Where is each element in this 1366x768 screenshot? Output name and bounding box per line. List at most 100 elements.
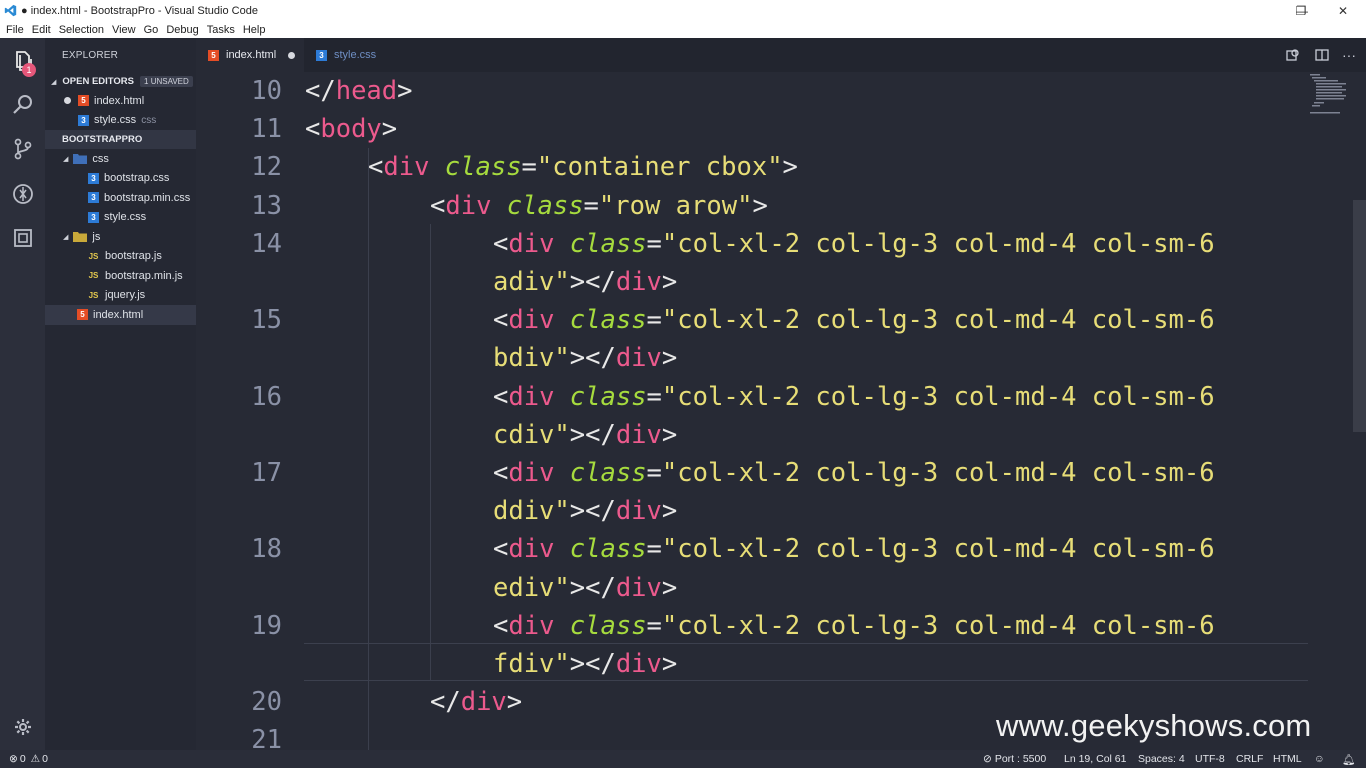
line-text: <div class="col-xl-2 col-lg-3 col-md-4 c… xyxy=(493,611,1215,641)
file-bootstrap-css[interactable]: 3 bootstrap.css xyxy=(45,169,196,189)
menu-tasks[interactable]: Tasks xyxy=(203,24,239,36)
file-bootstrap-js[interactable]: JS bootstrap.js xyxy=(45,247,196,267)
code-token: = xyxy=(646,228,662,259)
vertical-scrollbar[interactable] xyxy=(1353,200,1366,432)
code-token: div xyxy=(508,458,555,488)
open-editors-section[interactable]: ◢ OPEN EDITORS 1 UNSAVED xyxy=(45,72,196,91)
feedback-button[interactable]: ☺ xyxy=(1314,750,1325,768)
explorer-button[interactable]: 1 xyxy=(0,41,45,81)
expand-icon: ◢ xyxy=(63,155,69,163)
line-ending[interactable]: CRLF xyxy=(1236,750,1263,768)
warning-count: 0 xyxy=(42,753,48,765)
code-token: div xyxy=(508,381,555,412)
more-actions-button[interactable]: ··· xyxy=(1342,38,1356,72)
source-control-button[interactable] xyxy=(0,129,45,169)
warning-icon: ⚠ xyxy=(30,753,41,765)
file-index-html[interactable]: 5 index.html xyxy=(45,305,196,325)
code-line: 18 <div class="col-xl-2 col-lg-3 col-md-4… xyxy=(196,530,1366,568)
line-text: </div> xyxy=(430,687,522,717)
block-icon: ⊘ xyxy=(983,753,992,765)
file-jquery-js[interactable]: JS jquery.js xyxy=(45,286,196,306)
code-line: adiv"></div> xyxy=(196,263,1366,301)
code-token: < xyxy=(430,190,446,221)
menu-help[interactable]: Help xyxy=(239,24,270,36)
menu-selection[interactable]: Selection xyxy=(55,24,108,36)
port-label: Port : 5500 xyxy=(994,753,1047,765)
tab-index-html[interactable]: 5 index.html xyxy=(196,38,304,72)
code-token: > xyxy=(661,572,678,603)
code-token: = xyxy=(646,610,662,641)
code-token: "col-xl-2 col-lg-3 col-md-4 col-sm-6 xyxy=(661,534,1215,565)
search-button[interactable] xyxy=(0,85,45,125)
cursor-position[interactable]: Ln 19, Col 61 xyxy=(1064,750,1126,768)
debug-button[interactable] xyxy=(0,174,45,214)
code-token: "col-xl-2 col-lg-3 col-md-4 col-sm-6 xyxy=(661,610,1215,641)
menu-file[interactable]: File xyxy=(2,24,28,36)
open-editor-item-style[interactable]: 3 style.css css xyxy=(45,111,196,131)
tab-label: index.html xyxy=(226,49,277,61)
open-preview-button[interactable] xyxy=(1286,38,1300,72)
code-editor[interactable]: 10 </head> 11 <body> 12 <div class="container… xyxy=(196,72,1366,750)
file-name: jquery.js xyxy=(105,289,146,302)
file-bootstrap-min-css[interactable]: 3 bootstrap.min.css xyxy=(45,188,196,208)
folder-hint: css xyxy=(141,114,157,126)
code-token: cdiv" xyxy=(493,419,570,450)
error-count: 0 xyxy=(19,753,26,765)
file-bootstrap-min-js[interactable]: JS bootstrap.min.js xyxy=(45,266,196,286)
line-number: 13 xyxy=(251,190,282,221)
open-editor-item-index[interactable]: 5 index.html xyxy=(45,91,196,111)
code-line: 16 <div class="col-xl-2 col-lg-3 col-md-4… xyxy=(196,378,1366,416)
indentation[interactable]: Spaces: 4 xyxy=(1138,750,1185,768)
menu-debug[interactable]: Debug xyxy=(162,24,202,36)
settings-button[interactable] xyxy=(0,707,45,747)
line-text: bdiv"></div> xyxy=(493,343,677,373)
line-number: 20 xyxy=(251,687,282,718)
restore-button[interactable]: ❐ xyxy=(1279,0,1323,21)
css-file-icon: 3 xyxy=(78,114,89,126)
close-button[interactable]: ✕ xyxy=(1321,0,1365,21)
folder-css[interactable]: ◢ css xyxy=(45,149,196,169)
close-icon: ✕ xyxy=(1337,3,1349,18)
code-token: = xyxy=(521,152,537,183)
code-line: 15 <div class="col-xl-2 col-lg-3 col-md-4… xyxy=(196,301,1366,339)
folder-name: css xyxy=(92,152,109,165)
menu-go[interactable]: Go xyxy=(140,24,163,36)
notifications-button[interactable]: 🔔︎ xyxy=(1342,750,1355,768)
live-server-port[interactable]: ⊘ Port : 5500 xyxy=(983,750,1046,768)
css-file-icon: 3 xyxy=(88,172,99,184)
code-token: div xyxy=(508,305,555,336)
code-token: < xyxy=(493,534,509,565)
code-token: class xyxy=(569,305,647,336)
menu-bar: File Edit Selection View Go Debug Tasks … xyxy=(0,21,1366,38)
split-editor-button[interactable] xyxy=(1315,38,1329,72)
project-section[interactable]: BOOTSTRAPPRO xyxy=(45,130,196,149)
code-token: </ xyxy=(430,687,461,718)
code-token: "col-xl-2 col-lg-3 col-md-4 col-sm-6 xyxy=(661,458,1215,488)
code-token: > xyxy=(506,687,523,718)
line-number: 18 xyxy=(251,534,282,565)
menu-view[interactable]: View xyxy=(108,24,140,36)
code-token: < xyxy=(493,305,509,336)
problems-indicator[interactable]: ⊗ 0 ⚠ 0 xyxy=(9,750,48,768)
menu-edit[interactable]: Edit xyxy=(28,24,55,36)
tab-style-css[interactable]: 3 style.css xyxy=(304,38,404,72)
line-number: 16 xyxy=(251,381,282,412)
code-line: 17 <div class="col-xl-2 col-lg-3 col-md-4… xyxy=(196,454,1366,492)
minimap[interactable] xyxy=(1308,72,1356,132)
line-number: 14 xyxy=(251,228,282,259)
code-token: body xyxy=(320,114,382,145)
extensions-button[interactable] xyxy=(0,218,45,258)
code-line: 13 <div class="row arow"> xyxy=(196,187,1366,225)
code-token: div xyxy=(445,190,492,221)
folder-js[interactable]: ◢ js xyxy=(45,227,196,247)
folder-icon xyxy=(73,232,88,243)
encoding[interactable]: UTF-8 xyxy=(1195,750,1225,768)
language-mode[interactable]: HTML xyxy=(1273,750,1302,768)
code-token: div xyxy=(615,496,662,527)
split-editor-icon xyxy=(1315,49,1329,61)
code-token: > xyxy=(381,114,398,145)
file-style-css[interactable]: 3 style.css xyxy=(45,208,196,228)
